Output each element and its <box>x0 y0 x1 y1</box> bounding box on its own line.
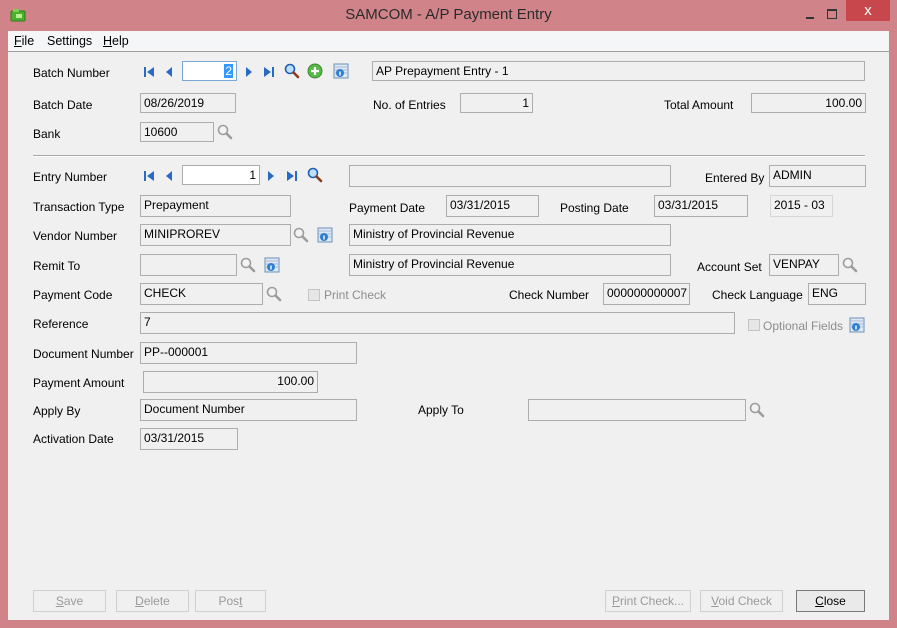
batch-date-label: Batch Date <box>33 98 93 112</box>
vendor-zoom-icon[interactable] <box>317 227 333 243</box>
batch-number-input[interactable]: 2 <box>182 61 237 81</box>
entry-number-input[interactable]: 1 <box>182 165 260 185</box>
apply-by-label: Apply By <box>33 404 81 418</box>
remit-to-field[interactable] <box>140 254 237 276</box>
no-of-entries-label: No. of Entries <box>373 98 446 112</box>
apply-to-finder-icon[interactable] <box>749 402 765 418</box>
check-language-label: Check Language <box>712 288 803 302</box>
vendor-number-label: Vendor Number <box>33 229 118 243</box>
bank-field[interactable]: 10600 <box>140 122 214 142</box>
entry-description-field[interactable] <box>349 165 671 187</box>
bank-finder-icon[interactable] <box>217 124 233 140</box>
menu-bar: File Settings Help <box>8 31 889 52</box>
optional-fields-zoom-icon[interactable] <box>849 317 865 333</box>
remit-finder-icon[interactable] <box>240 257 256 273</box>
no-of-entries-field: 1 <box>460 93 533 113</box>
entry-last-icon[interactable] <box>284 168 300 184</box>
next-record-icon[interactable] <box>241 64 257 80</box>
batch-date-field: 08/26/2019 <box>140 93 236 113</box>
payment-code-finder-icon[interactable] <box>266 286 282 302</box>
total-amount-label: Total Amount <box>664 98 734 112</box>
check-language-field: ENG <box>808 283 866 305</box>
entry-next-icon[interactable] <box>263 168 279 184</box>
previous-record-icon[interactable] <box>161 64 177 80</box>
payment-amount-field[interactable]: 100.00 <box>143 371 318 393</box>
apply-to-label: Apply To <box>418 403 464 417</box>
entry-first-icon[interactable] <box>141 168 157 184</box>
post-button[interactable]: Post <box>195 590 266 612</box>
void-check-button[interactable]: Void Check <box>700 590 783 612</box>
payment-code-label: Payment Code <box>33 288 113 302</box>
entry-search-icon[interactable] <box>307 167 323 183</box>
add-new-icon[interactable] <box>307 63 323 79</box>
reference-label: Reference <box>33 317 89 331</box>
remit-zoom-icon[interactable] <box>264 257 280 273</box>
fiscal-period-field: 2015 - 03 <box>770 195 833 217</box>
window-title: SAMCOM - A/P Payment Entry <box>345 6 552 23</box>
payment-date-label: Payment Date <box>349 201 426 215</box>
payment-amount-label: Payment Amount <box>33 376 125 390</box>
apply-to-field[interactable] <box>528 399 746 421</box>
vendor-number-field[interactable]: MINIPROREV <box>140 224 291 246</box>
print-check-label: Print Check <box>324 288 387 302</box>
entered-by-field: ADMIN <box>769 165 866 187</box>
last-record-icon[interactable] <box>261 64 277 80</box>
account-set-finder-icon[interactable] <box>842 257 858 273</box>
vendor-finder-icon[interactable] <box>293 227 309 243</box>
document-number-label: Document Number <box>33 347 134 361</box>
transaction-type-field[interactable]: Prepayment <box>140 195 291 217</box>
reference-field[interactable]: 7 <box>140 312 735 334</box>
entered-by-label: Entered By <box>705 171 765 185</box>
zoom-details-icon[interactable] <box>333 63 349 79</box>
total-amount-field: 100.00 <box>751 93 866 113</box>
print-check-checkbox[interactable] <box>308 289 320 301</box>
section-divider <box>33 155 865 157</box>
account-set-field[interactable]: VENPAY <box>769 254 839 276</box>
account-set-label: Account Set <box>697 260 762 274</box>
bank-label: Bank <box>33 127 61 141</box>
entry-number-label: Entry Number <box>33 170 108 184</box>
form-client-area: File Settings Help Batch Number 2 AP Pre… <box>8 31 889 620</box>
menu-help[interactable]: Help <box>103 34 129 48</box>
menu-settings[interactable]: Settings <box>47 34 92 48</box>
batch-number-label: Batch Number <box>33 66 110 80</box>
first-record-icon[interactable] <box>141 64 157 80</box>
title-bar: SAMCOM - A/P Payment Entry x <box>0 0 897 31</box>
print-check-button[interactable]: Print Check... <box>605 590 691 612</box>
menu-file[interactable]: File <box>14 34 34 48</box>
remit-to-label: Remit To <box>33 259 81 273</box>
maximize-button[interactable] <box>822 6 844 24</box>
save-button[interactable]: Save <box>33 590 106 612</box>
minimize-button[interactable] <box>800 6 822 24</box>
close-window-button[interactable]: x <box>846 0 890 21</box>
remit-name-field: Ministry of Provincial Revenue <box>349 254 671 276</box>
document-number-field[interactable]: PP--000001 <box>140 342 357 364</box>
activation-date-label: Activation Date <box>33 432 114 446</box>
optional-fields-checkbox[interactable] <box>748 319 760 331</box>
batch-description-field[interactable]: AP Prepayment Entry - 1 <box>372 61 865 81</box>
apply-by-field[interactable]: Document Number <box>140 399 357 421</box>
search-icon[interactable] <box>284 63 300 79</box>
posting-date-label: Posting Date <box>560 201 629 215</box>
entry-previous-icon[interactable] <box>161 168 177 184</box>
optional-fields-label: Optional Fields <box>763 319 844 333</box>
activation-date-field[interactable]: 03/31/2015 <box>140 428 238 450</box>
check-number-label: Check Number <box>509 288 590 302</box>
transaction-type-label: Transaction Type <box>33 200 125 214</box>
delete-button[interactable]: Delete <box>116 590 189 612</box>
check-number-field: 000000000007 <box>603 283 690 305</box>
close-button[interactable]: Close <box>796 590 865 612</box>
payment-date-field[interactable]: 03/31/2015 <box>446 195 539 217</box>
posting-date-field[interactable]: 03/31/2015 <box>654 195 748 217</box>
vendor-name-field: Ministry of Provincial Revenue <box>349 224 671 246</box>
payment-code-field[interactable]: CHECK <box>140 283 263 305</box>
